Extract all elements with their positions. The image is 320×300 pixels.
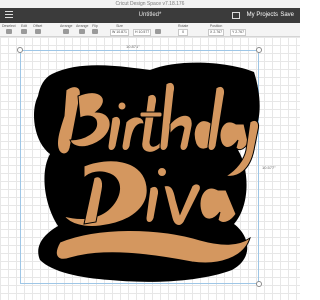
birthday-diva-artwork[interactable] (0, 0, 300, 300)
